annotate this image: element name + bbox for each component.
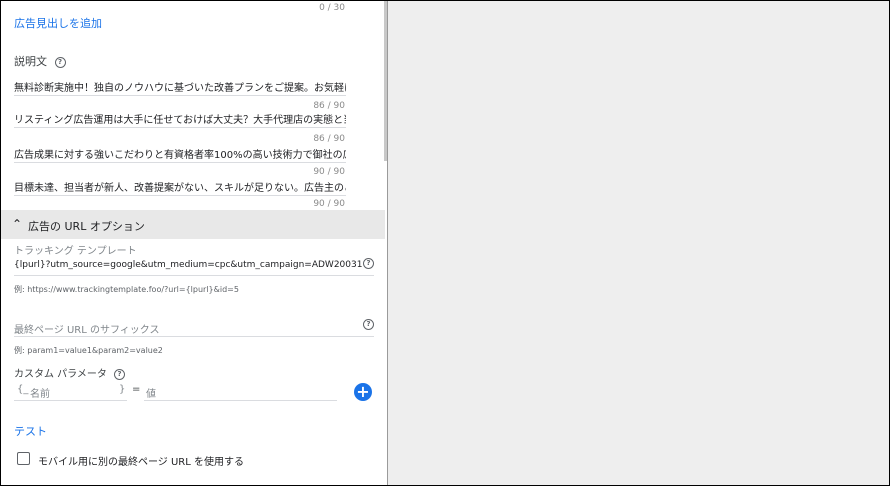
description-underline-4 <box>14 195 346 196</box>
param-value-underline <box>144 400 337 401</box>
preview-panel <box>387 1 889 485</box>
headline-char-counter: 0 / 30 <box>319 3 345 13</box>
description-input-3[interactable]: 広告成果に対する強いこだわりと有資格者率100%の高い技術力で御社の広告 <box>14 146 346 161</box>
help-circle-icon[interactable]: ? <box>114 368 126 380</box>
param-equals-sign: = <box>132 384 141 395</box>
param-value-input[interactable]: 値 <box>146 385 156 400</box>
mobile-final-url-checkbox-label[interactable]: モバイル用に別の最終ページ URL を使用する <box>38 453 244 468</box>
help-circle-icon[interactable]: ? <box>54 56 66 68</box>
description-underline-1 <box>14 95 346 96</box>
description-input-1[interactable]: 無料診断実施中！独自のノウハウに基づいた改善プランをご提案。お気軽にお <box>14 79 346 94</box>
help-circle-icon[interactable]: ? <box>363 319 374 330</box>
url-options-section-header[interactable]: ⌃ 広告の URL オプション <box>1 210 385 239</box>
description-underline-2 <box>14 127 346 128</box>
description-counter-3: 90 / 90 <box>313 167 345 177</box>
tracking-template-label: トラッキング テンプレート <box>14 246 137 257</box>
final-url-suffix-hint: 例: param1=value1&param2=value2 <box>14 346 163 355</box>
add-circle-icon[interactable]: + <box>354 383 372 401</box>
description-section-label: 説明文 ? <box>14 53 66 69</box>
help-circle-icon[interactable]: ? <box>363 258 374 269</box>
final-url-suffix-underline <box>14 336 374 337</box>
description-label-text: 説明文 <box>14 55 47 68</box>
screenshot-frame: 0 / 30 広告見出しを追加 説明文 ? 無料診断実施中！独自のノウハウに基づ… <box>0 0 890 486</box>
param-name-open-brace: {_ <box>17 384 29 395</box>
mobile-final-url-checkbox[interactable] <box>17 452 30 465</box>
custom-parameter-label-row: カスタム パラメータ ? <box>14 365 126 380</box>
tracking-template-input[interactable]: {lpurl}?utm_source=google&utm_medium=cpc… <box>14 260 362 270</box>
chevron-up-icon: ⌃ <box>12 217 23 231</box>
test-link[interactable]: テスト <box>14 423 47 439</box>
param-name-input[interactable]: 名前 <box>30 385 50 400</box>
description-input-2[interactable]: リスティング広告運用は大手に任せておけば大丈夫？大手代理店の実態と当社 <box>14 111 346 126</box>
tracking-template-underline <box>14 275 374 276</box>
description-input-4[interactable]: 目標未達、担当者が新人、改善提案がない、スキルが足りない。広告主のご不 <box>14 179 346 194</box>
param-name-underline <box>14 400 127 401</box>
add-headline-link[interactable]: 広告見出しを追加 <box>14 15 102 31</box>
url-options-title: 広告の URL オプション <box>28 220 145 233</box>
custom-parameter-label: カスタム パラメータ <box>14 369 107 380</box>
description-underline-3 <box>14 162 346 163</box>
final-url-suffix-input[interactable]: 最終ページ URL のサフィックス <box>14 321 160 336</box>
description-counter-2: 86 / 90 <box>313 134 345 144</box>
ad-editor-panel: 0 / 30 広告見出しを追加 説明文 ? 無料診断実施中！独自のノウハウに基づ… <box>1 1 385 485</box>
param-name-close-brace: } <box>119 384 126 395</box>
description-counter-4: 90 / 90 <box>313 199 345 209</box>
tracking-template-hint: 例: https://www.trackingtemplate.foo/?url… <box>14 285 239 294</box>
description-counter-1: 86 / 90 <box>313 101 345 111</box>
